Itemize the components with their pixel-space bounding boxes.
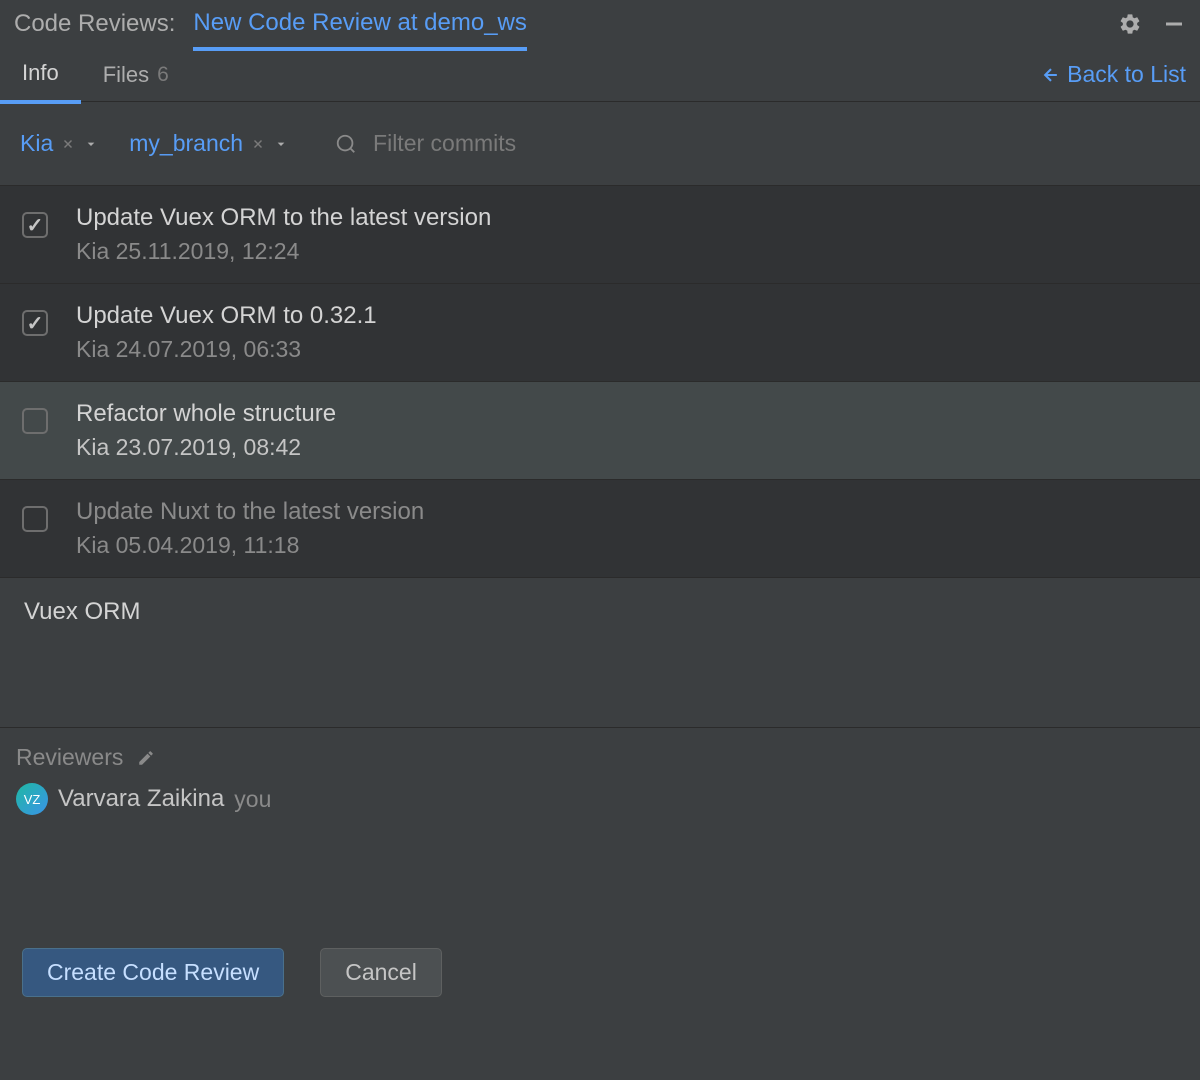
tabs-bar: Info Files 6 Back to List bbox=[0, 48, 1200, 102]
reviewer-item[interactable]: VZ Varvara Zaikina you bbox=[16, 783, 1184, 815]
edit-icon[interactable] bbox=[137, 749, 155, 767]
chevron-down-icon[interactable] bbox=[273, 136, 289, 152]
commit-meta: Kia 25.11.2019, 12:24 bbox=[76, 238, 1178, 265]
tab-files-label: Files bbox=[103, 62, 149, 88]
filter-branch-chip[interactable]: my_branch bbox=[129, 130, 289, 157]
commit-content: Update Nuxt to the latest version Kia 05.… bbox=[76, 498, 1178, 559]
commit-meta: Kia 24.07.2019, 06:33 bbox=[76, 336, 1178, 363]
search-container bbox=[335, 130, 673, 157]
reviewers-label: Reviewers bbox=[16, 744, 123, 771]
reviewer-name: Varvara Zaikina bbox=[58, 785, 224, 813]
commit-content: Refactor whole structure Kia 23.07.2019, … bbox=[76, 400, 1178, 461]
avatar: VZ bbox=[16, 783, 48, 815]
search-input[interactable] bbox=[373, 130, 673, 157]
tab-files[interactable]: Files 6 bbox=[81, 46, 191, 104]
close-icon[interactable] bbox=[61, 137, 75, 151]
tab-files-count: 6 bbox=[157, 63, 169, 87]
header-right bbox=[1118, 12, 1186, 36]
reviewer-you-label: you bbox=[234, 786, 271, 813]
commit-meta: Kia 23.07.2019, 08:42 bbox=[76, 434, 1178, 461]
commit-row[interactable]: Refactor whole structure Kia 23.07.2019, … bbox=[0, 382, 1200, 480]
commit-checkbox[interactable] bbox=[22, 212, 48, 238]
commit-title: Refactor whole structure bbox=[76, 400, 1178, 428]
commit-row[interactable]: Update Nuxt to the latest version Kia 05.… bbox=[0, 480, 1200, 578]
gear-icon[interactable] bbox=[1118, 12, 1142, 36]
commits-list: Update Vuex ORM to the latest version Kia… bbox=[0, 186, 1200, 578]
reviewers-list: VZ Varvara Zaikina you bbox=[16, 783, 1184, 815]
header-left: Code Reviews: New Code Review at demo_ws bbox=[14, 9, 527, 39]
commit-content: Update Vuex ORM to 0.32.1 Kia 24.07.2019,… bbox=[76, 302, 1178, 363]
commit-row[interactable]: Update Vuex ORM to the latest version Kia… bbox=[0, 186, 1200, 284]
filter-branch-label: my_branch bbox=[129, 130, 243, 157]
header-bar: Code Reviews: New Code Review at demo_ws bbox=[0, 0, 1200, 48]
filter-author-label: Kia bbox=[20, 130, 53, 157]
commit-title: Update Nuxt to the latest version bbox=[76, 498, 1178, 526]
commit-row[interactable]: Update Vuex ORM to 0.32.1 Kia 24.07.2019,… bbox=[0, 284, 1200, 382]
cancel-button[interactable]: Cancel bbox=[320, 948, 442, 997]
commit-content: Update Vuex ORM to the latest version Kia… bbox=[76, 204, 1178, 265]
commit-checkbox[interactable] bbox=[22, 310, 48, 336]
actions-bar: Create Code Review Cancel bbox=[0, 928, 1200, 1017]
filter-author-chip[interactable]: Kia bbox=[20, 130, 99, 157]
chevron-down-icon[interactable] bbox=[83, 136, 99, 152]
commit-meta: Kia 05.04.2019, 11:18 bbox=[76, 532, 1178, 559]
back-to-list-link[interactable]: Back to List bbox=[1041, 61, 1186, 88]
commit-title: Update Vuex ORM to 0.32.1 bbox=[76, 302, 1178, 330]
commit-checkbox[interactable] bbox=[22, 506, 48, 532]
close-icon[interactable] bbox=[251, 137, 265, 151]
review-title[interactable]: Vuex ORM bbox=[24, 598, 1176, 626]
tab-info-label: Info bbox=[22, 60, 59, 86]
review-title-section: Vuex ORM bbox=[0, 578, 1200, 728]
tab-info[interactable]: Info bbox=[0, 46, 81, 104]
header-title: Code Reviews: bbox=[14, 10, 175, 38]
search-icon bbox=[335, 133, 357, 155]
minimize-icon[interactable] bbox=[1162, 12, 1186, 36]
reviewers-section: Reviewers VZ Varvara Zaikina you bbox=[0, 728, 1200, 928]
back-link-label: Back to List bbox=[1067, 61, 1186, 88]
header-review-name[interactable]: New Code Review at demo_ws bbox=[193, 9, 526, 51]
reviewers-header: Reviewers bbox=[16, 744, 1184, 771]
commit-checkbox[interactable] bbox=[22, 408, 48, 434]
create-code-review-button[interactable]: Create Code Review bbox=[22, 948, 284, 997]
commit-title: Update Vuex ORM to the latest version bbox=[76, 204, 1178, 232]
filters-bar: Kia my_branch bbox=[0, 102, 1200, 186]
tabs-left: Info Files 6 bbox=[0, 46, 191, 104]
